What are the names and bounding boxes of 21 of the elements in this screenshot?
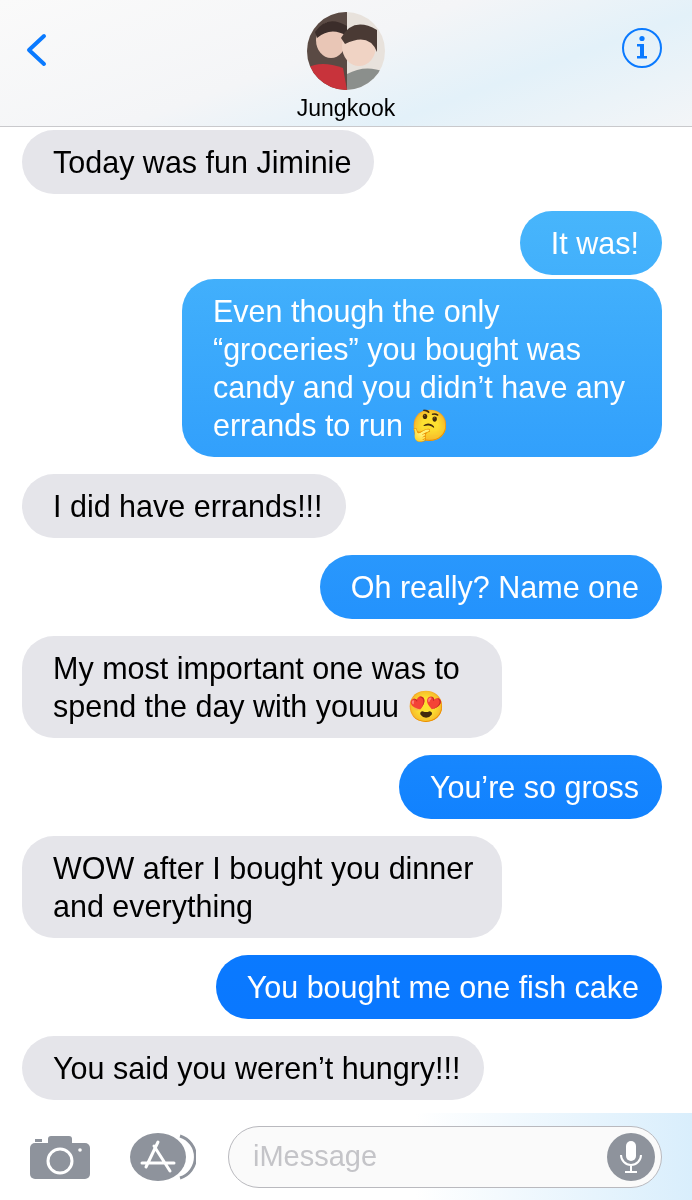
- sent-message: You’re so gross: [398, 755, 662, 819]
- received-message: Today was fun Jiminie: [22, 130, 375, 194]
- camera-button[interactable]: [30, 1134, 90, 1179]
- info-icon: [621, 27, 663, 69]
- received-message: You said you weren’t hungry!!!: [22, 1036, 484, 1100]
- contact-name: Jungkook: [296, 95, 396, 122]
- microphone-button[interactable]: [607, 1132, 655, 1181]
- sent-message: It was!: [519, 211, 662, 275]
- back-icon: [24, 33, 48, 67]
- received-message: WOW after I bought you dinner and everything: [22, 836, 502, 938]
- apps-button[interactable]: [130, 1132, 196, 1181]
- back-button[interactable]: [24, 33, 48, 67]
- sent-message: You bought me one fish cake: [215, 955, 662, 1019]
- sent-message: Even though the only “groceries” you bought was candy and you didn’t have any errands to run 🤔: [182, 279, 662, 457]
- sent-message: Oh really? Name one: [319, 555, 662, 619]
- received-message: I did have errands!!!: [22, 474, 346, 538]
- app-store-icon: [130, 1132, 196, 1181]
- camera-icon: [30, 1134, 90, 1179]
- microphone-icon: [607, 1132, 655, 1181]
- received-message: My most important one was to spend the day with youuu 😍: [22, 636, 502, 738]
- info-button[interactable]: [621, 27, 663, 69]
